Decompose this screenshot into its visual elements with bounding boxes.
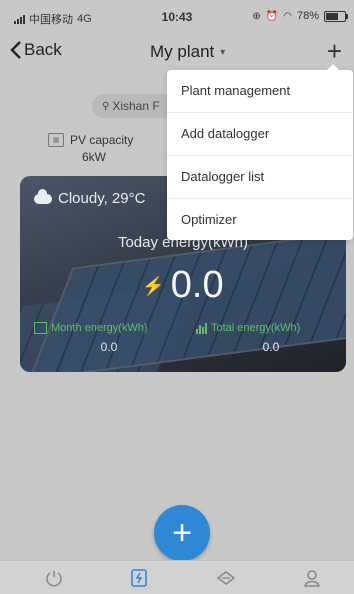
menu-item-plant-management[interactable]: Plant management bbox=[167, 70, 353, 113]
tab-user[interactable] bbox=[300, 567, 324, 589]
bar-chart-icon bbox=[196, 322, 207, 334]
tab-service[interactable] bbox=[214, 567, 238, 589]
today-energy: ⚡ 0.0 bbox=[20, 264, 346, 307]
weather-label: Cloudy, 29°C bbox=[58, 190, 146, 207]
pv-capacity-label: PV capacity bbox=[70, 133, 134, 147]
app-screen: 中国移动 4G 10:43 ⊕ ⏰ ◠ 78% Back My plant ▾ … bbox=[0, 0, 354, 594]
cloud-icon bbox=[34, 188, 52, 204]
plant-selector[interactable]: My plant ▾ bbox=[150, 42, 225, 62]
chevron-down-icon: ▾ bbox=[220, 46, 226, 58]
page-title: My plant bbox=[150, 42, 215, 61]
battery-icon bbox=[324, 10, 348, 22]
menu-item-optimizer[interactable]: Optimizer bbox=[167, 199, 353, 241]
total-energy-value: 0.0 bbox=[262, 340, 280, 354]
today-energy-value: 0.0 bbox=[170, 264, 224, 306]
pv-panel-icon: ▦ bbox=[48, 133, 64, 147]
alarm-icon: ⏰ bbox=[265, 10, 279, 22]
tab-bar bbox=[0, 560, 354, 594]
chevron-left-icon bbox=[10, 41, 21, 59]
total-energy-label: Total energy(kWh) bbox=[211, 322, 301, 334]
back-label: Back bbox=[24, 40, 62, 59]
tab-power[interactable] bbox=[42, 567, 66, 589]
total-energy: Total energy(kWh) 0.0 bbox=[196, 322, 346, 354]
location-status-icon: ⊕ bbox=[252, 10, 261, 22]
weather: Cloudy, 29°C bbox=[34, 188, 146, 207]
month-energy: Month energy(kWh) 0.0 bbox=[34, 322, 184, 354]
menu-item-datalogger-list[interactable]: Datalogger list bbox=[167, 156, 353, 199]
status-bar: 中国移动 4G 10:43 ⊕ ⏰ ◠ 78% bbox=[0, 0, 354, 32]
pv-capacity-value: 6kW bbox=[82, 150, 106, 164]
power-icon bbox=[46, 571, 62, 587]
bolt-icon: ⚡ bbox=[142, 276, 165, 297]
location-label: Xishan F bbox=[112, 99, 160, 113]
plant-icon bbox=[131, 569, 147, 587]
month-energy-label: Month energy(kWh) bbox=[51, 322, 148, 334]
location-pin-icon: ⚲ bbox=[102, 100, 110, 112]
back-button[interactable]: Back bbox=[10, 40, 62, 60]
nav-bar: Back My plant ▾ + bbox=[0, 32, 354, 72]
service-icon bbox=[216, 571, 236, 585]
battery-percent: 78% bbox=[296, 10, 319, 22]
menu-item-add-datalogger[interactable]: Add datalogger bbox=[167, 113, 353, 156]
status-icons: ⊕ ⏰ ◠ 78% bbox=[252, 10, 348, 22]
user-icon bbox=[304, 570, 320, 587]
tab-plant[interactable] bbox=[127, 567, 151, 589]
wifi-icon: ◠ bbox=[283, 10, 292, 22]
month-energy-value: 0.0 bbox=[100, 340, 118, 354]
pv-capacity: ▦ PV capacity 6kW bbox=[48, 133, 133, 164]
add-dropdown-menu: Plant management Add datalogger Datalogg… bbox=[167, 64, 353, 241]
add-menu-button[interactable]: + bbox=[327, 36, 342, 67]
add-plant-fab[interactable]: + bbox=[154, 505, 210, 561]
calendar-icon bbox=[34, 322, 47, 334]
